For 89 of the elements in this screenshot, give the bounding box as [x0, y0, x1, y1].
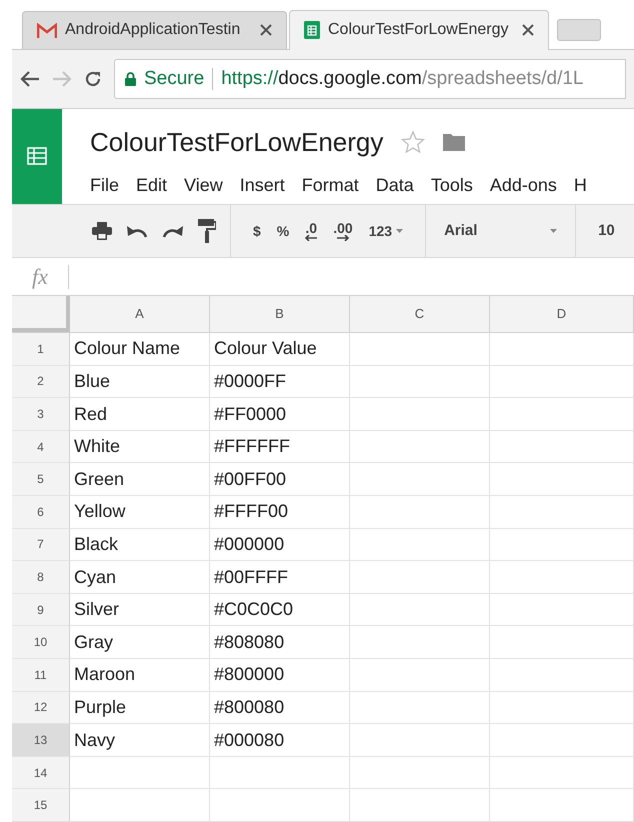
paint-format-icon[interactable] — [198, 219, 216, 244]
row-header[interactable]: 3 — [12, 398, 70, 430]
column-header[interactable]: C — [350, 296, 490, 332]
menu-item[interactable]: View — [184, 172, 223, 199]
table-cell-text: Colour Value — [214, 337, 317, 360]
close-icon[interactable] — [260, 24, 272, 36]
currency-button[interactable]: $ — [253, 220, 261, 242]
url-text: https://docs.google.com/spreadsheets/d/1L — [221, 66, 584, 90]
table-cell-text: Silver — [74, 598, 120, 622]
undo-icon[interactable] — [126, 224, 148, 238]
row-header[interactable]: 13 — [12, 724, 70, 756]
menu-item[interactable]: Edit — [136, 172, 168, 199]
table-cell-text: Red — [74, 402, 108, 426]
row-header[interactable]: 4 — [12, 430, 70, 462]
row-header[interactable]: 9 — [12, 594, 70, 626]
row-header[interactable]: 15 — [12, 789, 70, 821]
menu-item[interactable]: Add-ons — [490, 172, 557, 199]
table-cell-text: #FFFFFF — [214, 435, 290, 458]
document-title[interactable]: ColourTestForLowEnergy — [90, 122, 384, 162]
browser-tab[interactable]: ColourTestForLowEnergy — [289, 10, 549, 50]
mail-logo-icon — [37, 22, 57, 38]
row-header[interactable]: 5 — [12, 463, 70, 496]
lock-icon — [125, 72, 136, 86]
left-arrow-icon — [305, 235, 318, 242]
row-header[interactable]: 11 — [12, 659, 70, 691]
row-header[interactable]: 10 — [12, 626, 70, 658]
menu-item[interactable]: Insert — [240, 172, 285, 199]
table-cell-text: #808080 — [214, 630, 284, 654]
secure-label: Secure — [144, 66, 204, 90]
decrease-decimals-button[interactable]: .0 — [305, 221, 318, 242]
table-cell-text: #00FF00 — [214, 468, 286, 491]
tab-title: AndroidApplicationTestin — [65, 20, 242, 40]
star-icon[interactable] — [401, 130, 426, 154]
table-cell-text: White — [74, 435, 120, 458]
grid-icon — [27, 146, 47, 166]
table-cell-text: #800000 — [214, 663, 284, 686]
table-cell-text: #FFFF00 — [214, 500, 288, 524]
table-cell-text: Blue — [74, 370, 110, 393]
folder-icon[interactable] — [443, 133, 466, 152]
row-header[interactable]: 12 — [12, 692, 70, 724]
table-cell-text: #800080 — [214, 696, 284, 719]
sheets-logo[interactable] — [12, 108, 62, 204]
row-header[interactable]: 2 — [12, 366, 70, 398]
menu-item[interactable]: File — [90, 172, 120, 199]
address-bar[interactable]: Secure https://docs.google.com/spreadsheets/d/1L — [114, 58, 626, 99]
table-cell-text: #00FFFF — [214, 566, 288, 589]
column-header[interactable]: B — [210, 296, 350, 332]
font-dropdown[interactable]: Arial — [426, 204, 576, 258]
row-header[interactable]: 1 — [12, 333, 70, 365]
menu-item[interactable]: Tools — [430, 172, 473, 199]
percent-button[interactable]: % — [276, 220, 290, 242]
table-cell-text: Purple — [74, 696, 126, 719]
table-cell-text: Colour Name — [74, 337, 180, 360]
menu-item[interactable]: H — [574, 172, 587, 199]
back-icon[interactable] — [20, 70, 40, 88]
tab-title: ColourTestForLowEnergy — [328, 20, 510, 40]
table-cell-text: Navy — [74, 728, 116, 752]
number-format-dropdown[interactable]: 123 — [368, 220, 404, 242]
menu-item[interactable]: Format — [302, 172, 359, 199]
table-cell-text: #000000 — [214, 532, 284, 556]
redo-icon[interactable] — [162, 224, 184, 238]
column-header[interactable]: D — [490, 296, 634, 332]
caret-icon — [550, 229, 558, 234]
print-icon[interactable] — [92, 222, 112, 240]
increase-decimals-button[interactable]: .00 — [333, 221, 353, 242]
browser-tab[interactable]: AndroidApplicationTestin — [22, 10, 287, 49]
table-cell-text: #C0C0C0 — [214, 598, 294, 622]
formula-label: fx — [31, 263, 49, 292]
table-cell-text: #0000FF — [214, 370, 286, 393]
row-header[interactable]: 7 — [12, 528, 70, 560]
table-cell-text: Maroon — [74, 663, 136, 686]
table-cell-text: #FF0000 — [214, 402, 286, 426]
row-header[interactable]: 6 — [12, 496, 70, 528]
table-cell-text: Cyan — [74, 566, 116, 589]
table-cell-text: Gray — [74, 630, 114, 654]
caret-icon — [396, 229, 404, 234]
reload-icon[interactable] — [84, 70, 102, 88]
table-cell-text: Green — [74, 468, 124, 491]
menu-item[interactable]: Data — [376, 172, 414, 199]
sheets-logo-icon — [304, 21, 320, 40]
column-header[interactable]: A — [70, 296, 210, 332]
close-icon[interactable] — [522, 24, 534, 36]
table-cell-text: Black — [74, 532, 118, 556]
table-cell-text: #000080 — [214, 728, 284, 752]
right-arrow-icon — [336, 235, 349, 242]
font-size-dropdown[interactable]: 10 — [576, 220, 615, 242]
row-header[interactable]: 8 — [12, 561, 70, 593]
row-header[interactable]: 14 — [12, 756, 70, 788]
table-cell-text: Yellow — [74, 500, 126, 524]
